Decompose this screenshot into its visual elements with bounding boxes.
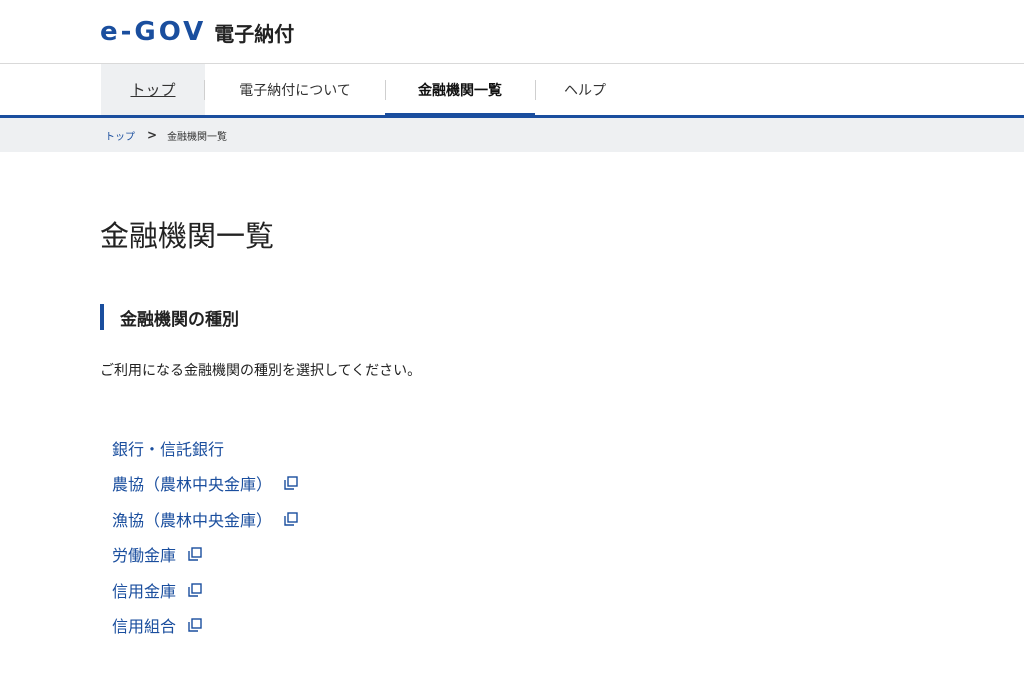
site-logo[interactable]: e-GOV 電子納付 xyxy=(100,17,294,47)
list-item: 信用組合 xyxy=(112,608,298,644)
breadcrumb-home-link[interactable]: トップ xyxy=(105,128,135,143)
nav-item-help[interactable]: ヘルプ xyxy=(535,64,635,115)
nav-item-institutions[interactable]: 金融機関一覧 xyxy=(385,64,535,118)
institution-type-list: 銀行・信託銀行 農協（農林中央金庫） 漁協（農林中央金庫） 労働金庫 信用金庫 … xyxy=(112,430,298,643)
external-link-icon xyxy=(188,618,202,632)
link-labour-bank[interactable]: 労働金庫 xyxy=(112,542,176,566)
list-item: 漁協（農林中央金庫） xyxy=(112,501,298,537)
global-nav: トップ 電子納付について 金融機関一覧 ヘルプ xyxy=(0,64,1024,118)
list-item: 農協（農林中央金庫） xyxy=(112,466,298,502)
nav-divider xyxy=(385,80,386,100)
list-item: 労働金庫 xyxy=(112,537,298,573)
nav-item-top[interactable]: トップ xyxy=(101,64,205,115)
nav-divider xyxy=(535,80,536,100)
breadcrumb-current: 金融機関一覧 xyxy=(167,131,228,143)
link-credit-union[interactable]: 信用組合 xyxy=(112,613,176,637)
link-bank[interactable]: 銀行・信託銀行 xyxy=(112,436,224,460)
nav-item-about[interactable]: 電子納付について xyxy=(205,64,385,115)
page-title: 金融機関一覧 xyxy=(100,219,275,253)
external-link-icon xyxy=(284,512,298,526)
nav-divider xyxy=(204,80,205,100)
list-item: 銀行・信託銀行 xyxy=(112,430,298,466)
site-title: 電子納付 xyxy=(214,21,295,46)
section-heading-bar xyxy=(100,304,104,330)
external-link-icon xyxy=(188,583,202,597)
link-ja-bank[interactable]: 農協（農林中央金庫） xyxy=(112,471,272,495)
link-jf-bank[interactable]: 漁協（農林中央金庫） xyxy=(112,507,272,531)
breadcrumb-separator: > xyxy=(147,128,158,142)
section-description: ご利用になる金融機関の種別を選択してください。 xyxy=(100,363,422,379)
site-header: e-GOV 電子納付 xyxy=(0,0,1024,64)
egov-logo-mark: e-GOV xyxy=(100,17,207,47)
external-link-icon xyxy=(188,547,202,561)
list-item: 信用金庫 xyxy=(112,572,298,608)
section-heading: 金融機関の種別 xyxy=(100,304,239,330)
link-shinkin-bank[interactable]: 信用金庫 xyxy=(112,578,176,602)
breadcrumb: トップ > 金融機関一覧 xyxy=(0,118,1024,152)
external-link-icon xyxy=(284,476,298,490)
section-heading-text: 金融機関の種別 xyxy=(120,309,239,330)
